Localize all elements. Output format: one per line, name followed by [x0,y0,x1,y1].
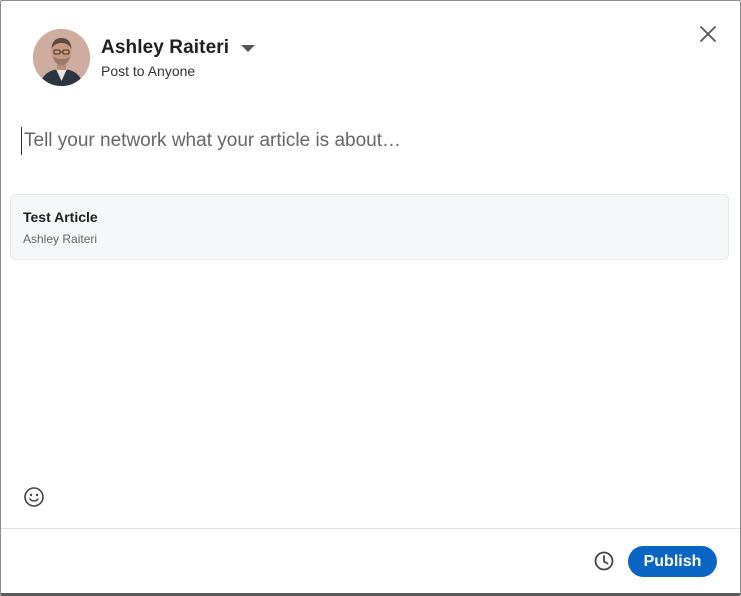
clock-icon[interactable] [593,550,615,572]
footer-divider [1,528,740,529]
audience-label: Post to Anyone [101,62,196,79]
caret-down-icon[interactable] [241,45,256,52]
emoji-icon[interactable] [23,486,45,508]
share-article-dialog: Ashley Raiteri Post to Anyone Test Artic… [0,0,741,596]
avatar-photo-icon [33,29,90,86]
author-info: Ashley Raiteri Post to Anyone [101,36,256,79]
close-icon[interactable] [696,22,720,46]
article-author: Ashley Raiteri [23,232,98,246]
avatar [33,29,90,86]
close-button[interactable] [696,22,720,46]
author-name: Ashley Raiteri [101,36,230,58]
post-author-header: Ashley Raiteri Post to Anyone [33,29,256,86]
publish-button[interactable]: Publish [628,546,717,577]
emoji-button[interactable] [23,486,45,508]
post-text-input[interactable] [21,127,714,155]
author-visibility-dropdown[interactable]: Ashley Raiteri [101,36,256,59]
article-preview-card[interactable]: Test Article Ashley Raiteri [10,194,729,260]
schedule-post-button[interactable] [593,550,615,572]
article-title: Test Article [23,209,98,225]
